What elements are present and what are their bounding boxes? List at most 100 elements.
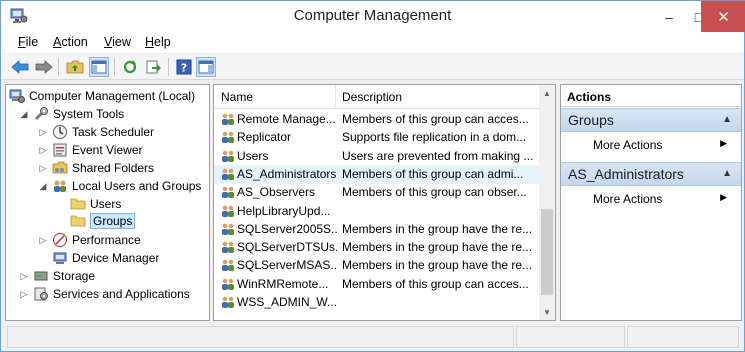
menu-file[interactable]: File bbox=[18, 35, 38, 49]
group-icon bbox=[220, 258, 236, 273]
action-label: More Actions bbox=[593, 138, 663, 152]
tree-item-event-viewer[interactable]: ▷ Event Viewer bbox=[38, 141, 143, 159]
group-name: SQLServerMSAS... bbox=[237, 258, 337, 273]
list-row[interactable]: SQLServer2005S... Members in the group ha… bbox=[214, 220, 539, 239]
list-row[interactable]: Remote Manage... Members of this group ca… bbox=[214, 110, 539, 129]
task-scheduler-icon bbox=[52, 124, 68, 140]
column-separator[interactable] bbox=[335, 85, 336, 109]
groups-list: Name Description Remote Manage... Members… bbox=[213, 84, 556, 321]
list-row[interactable]: WSS_ADMIN_W... bbox=[214, 293, 539, 312]
list-row[interactable]: SQLServerDTSUs... Members in the group ha… bbox=[214, 238, 539, 257]
tree-item-services-applications[interactable]: ▷ Services and Applications bbox=[19, 285, 190, 303]
window-title: Computer Management bbox=[293, 7, 452, 24]
local-users-groups-icon bbox=[52, 178, 68, 194]
toolbar-separator bbox=[168, 58, 169, 76]
group-icon bbox=[220, 112, 236, 127]
up-folder-icon[interactable] bbox=[65, 57, 85, 77]
expand-arrow-icon[interactable]: ▷ bbox=[38, 145, 48, 155]
menu-help[interactable]: Help bbox=[145, 35, 171, 49]
folder-icon bbox=[70, 213, 86, 229]
collapse-up-icon[interactable]: ▲ bbox=[722, 114, 732, 125]
scroll-thumb[interactable] bbox=[541, 209, 553, 295]
performance-icon bbox=[52, 232, 68, 248]
device-manager-icon bbox=[52, 250, 68, 266]
more-actions-as-administrators[interactable]: More Actions ▶ bbox=[561, 189, 741, 209]
action-group-as-administrators[interactable]: AS_Administrators ▲ bbox=[561, 162, 741, 186]
computer-management-window: Computer Management – □ ✕ File Action Vi… bbox=[0, 0, 745, 352]
event-viewer-icon bbox=[52, 142, 68, 158]
list-header: Name Description bbox=[214, 85, 539, 109]
tree-item-system-tools[interactable]: ◢ System Tools bbox=[19, 105, 124, 123]
group-name: HelpLibraryUpd... bbox=[237, 203, 331, 218]
expand-arrow-icon[interactable]: ▷ bbox=[38, 163, 48, 173]
tree-item-local-users-groups[interactable]: ◢ Local Users and Groups bbox=[38, 177, 202, 195]
status-bar bbox=[1, 323, 744, 351]
scroll-up-arrow-icon[interactable]: ▲ bbox=[539, 85, 555, 101]
menu-view[interactable]: View bbox=[104, 35, 131, 49]
computer-management-icon bbox=[9, 88, 25, 104]
vertical-scrollbar[interactable]: ▲ ▼ bbox=[539, 85, 555, 320]
show-hide-tree-icon[interactable] bbox=[89, 57, 109, 77]
tree-item-users[interactable]: Users bbox=[70, 195, 121, 213]
group-description: Members in the group have the re... bbox=[342, 221, 533, 236]
group-name: Users bbox=[237, 148, 269, 163]
expand-arrow-icon[interactable]: ▷ bbox=[19, 289, 29, 299]
group-name: SQLServerDTSUs... bbox=[237, 240, 337, 255]
tree-item-task-scheduler[interactable]: ▷ Task Scheduler bbox=[38, 123, 154, 141]
action-group-title: AS_Administrators bbox=[568, 166, 684, 182]
help-icon[interactable]: ? bbox=[174, 57, 194, 77]
status-cell bbox=[516, 326, 625, 348]
column-header-description[interactable]: Description bbox=[342, 90, 402, 104]
scroll-down-arrow-icon[interactable]: ▼ bbox=[539, 304, 555, 320]
tree-item-groups[interactable]: Groups bbox=[70, 212, 136, 230]
group-description: Members of this group can obser... bbox=[342, 185, 527, 200]
list-row[interactable]: HelpLibraryUpd... bbox=[214, 202, 539, 221]
minimize-button[interactable]: – bbox=[653, 1, 685, 32]
export-list-icon[interactable] bbox=[143, 57, 163, 77]
show-hide-action-pane-icon[interactable] bbox=[196, 57, 216, 77]
action-group-groups[interactable]: Groups ▲ bbox=[561, 108, 741, 132]
group-icon bbox=[220, 222, 236, 237]
title-bar[interactable]: Computer Management – □ ✕ bbox=[1, 1, 745, 33]
collapse-arrow-icon[interactable]: ◢ bbox=[38, 181, 48, 191]
collapse-arrow-icon[interactable]: ◢ bbox=[19, 109, 29, 119]
services-applications-icon bbox=[33, 286, 49, 302]
collapse-up-icon[interactable]: ▲ bbox=[722, 168, 732, 179]
list-row[interactable]: AS_Administrators Members of this group c… bbox=[214, 164, 539, 184]
refresh-icon[interactable] bbox=[120, 57, 140, 77]
group-name: Replicator bbox=[237, 130, 292, 145]
group-name: SQLServer2005S... bbox=[237, 221, 337, 236]
group-icon bbox=[220, 185, 236, 200]
back-icon[interactable] bbox=[10, 57, 30, 77]
forward-icon[interactable] bbox=[34, 57, 54, 77]
close-button[interactable]: ✕ bbox=[701, 1, 745, 32]
more-actions-groups[interactable]: More Actions ▶ bbox=[561, 135, 741, 155]
list-row[interactable]: AS_Observers Members of this group can ob… bbox=[214, 183, 539, 202]
menu-action[interactable]: Action bbox=[53, 35, 88, 49]
tree-item-shared-folders[interactable]: ▷ Shared Folders bbox=[38, 159, 155, 177]
group-name: AS_Administrators bbox=[237, 166, 337, 181]
group-icon bbox=[220, 204, 236, 219]
expand-arrow-icon[interactable]: ▷ bbox=[19, 271, 29, 281]
list-row[interactable]: Users Users are prevented from making ... bbox=[214, 147, 539, 166]
system-tools-icon bbox=[33, 106, 49, 122]
list-row[interactable]: SQLServerMSAS... Members in the group hav… bbox=[214, 256, 539, 275]
column-header-name[interactable]: Name bbox=[221, 90, 253, 104]
expand-arrow-icon[interactable]: ▷ bbox=[38, 235, 48, 245]
status-cell bbox=[627, 326, 739, 348]
list-row[interactable]: WinRMRemote... Members of this group can … bbox=[214, 275, 539, 294]
folder-icon bbox=[70, 196, 86, 212]
group-name: WSS_ADMIN_W... bbox=[237, 295, 337, 309]
tree-item-performance[interactable]: ▷ Performance bbox=[38, 231, 141, 249]
menu-bar: File Action View Help bbox=[1, 33, 744, 53]
group-icon bbox=[220, 130, 236, 145]
submenu-arrow-icon: ▶ bbox=[720, 192, 727, 202]
tree-item-storage[interactable]: ▷ Storage bbox=[19, 267, 96, 285]
expand-arrow-icon[interactable]: ▷ bbox=[38, 127, 48, 137]
toolbar-separator bbox=[58, 58, 59, 76]
list-row[interactable]: Replicator Supports file replication in a… bbox=[214, 128, 539, 147]
submenu-arrow-icon: ▶ bbox=[720, 138, 727, 148]
action-label: More Actions bbox=[593, 192, 663, 206]
tree-item-device-manager[interactable]: Device Manager bbox=[52, 249, 159, 267]
tree-item-computer-management[interactable]: Computer Management (Local) bbox=[9, 87, 195, 105]
